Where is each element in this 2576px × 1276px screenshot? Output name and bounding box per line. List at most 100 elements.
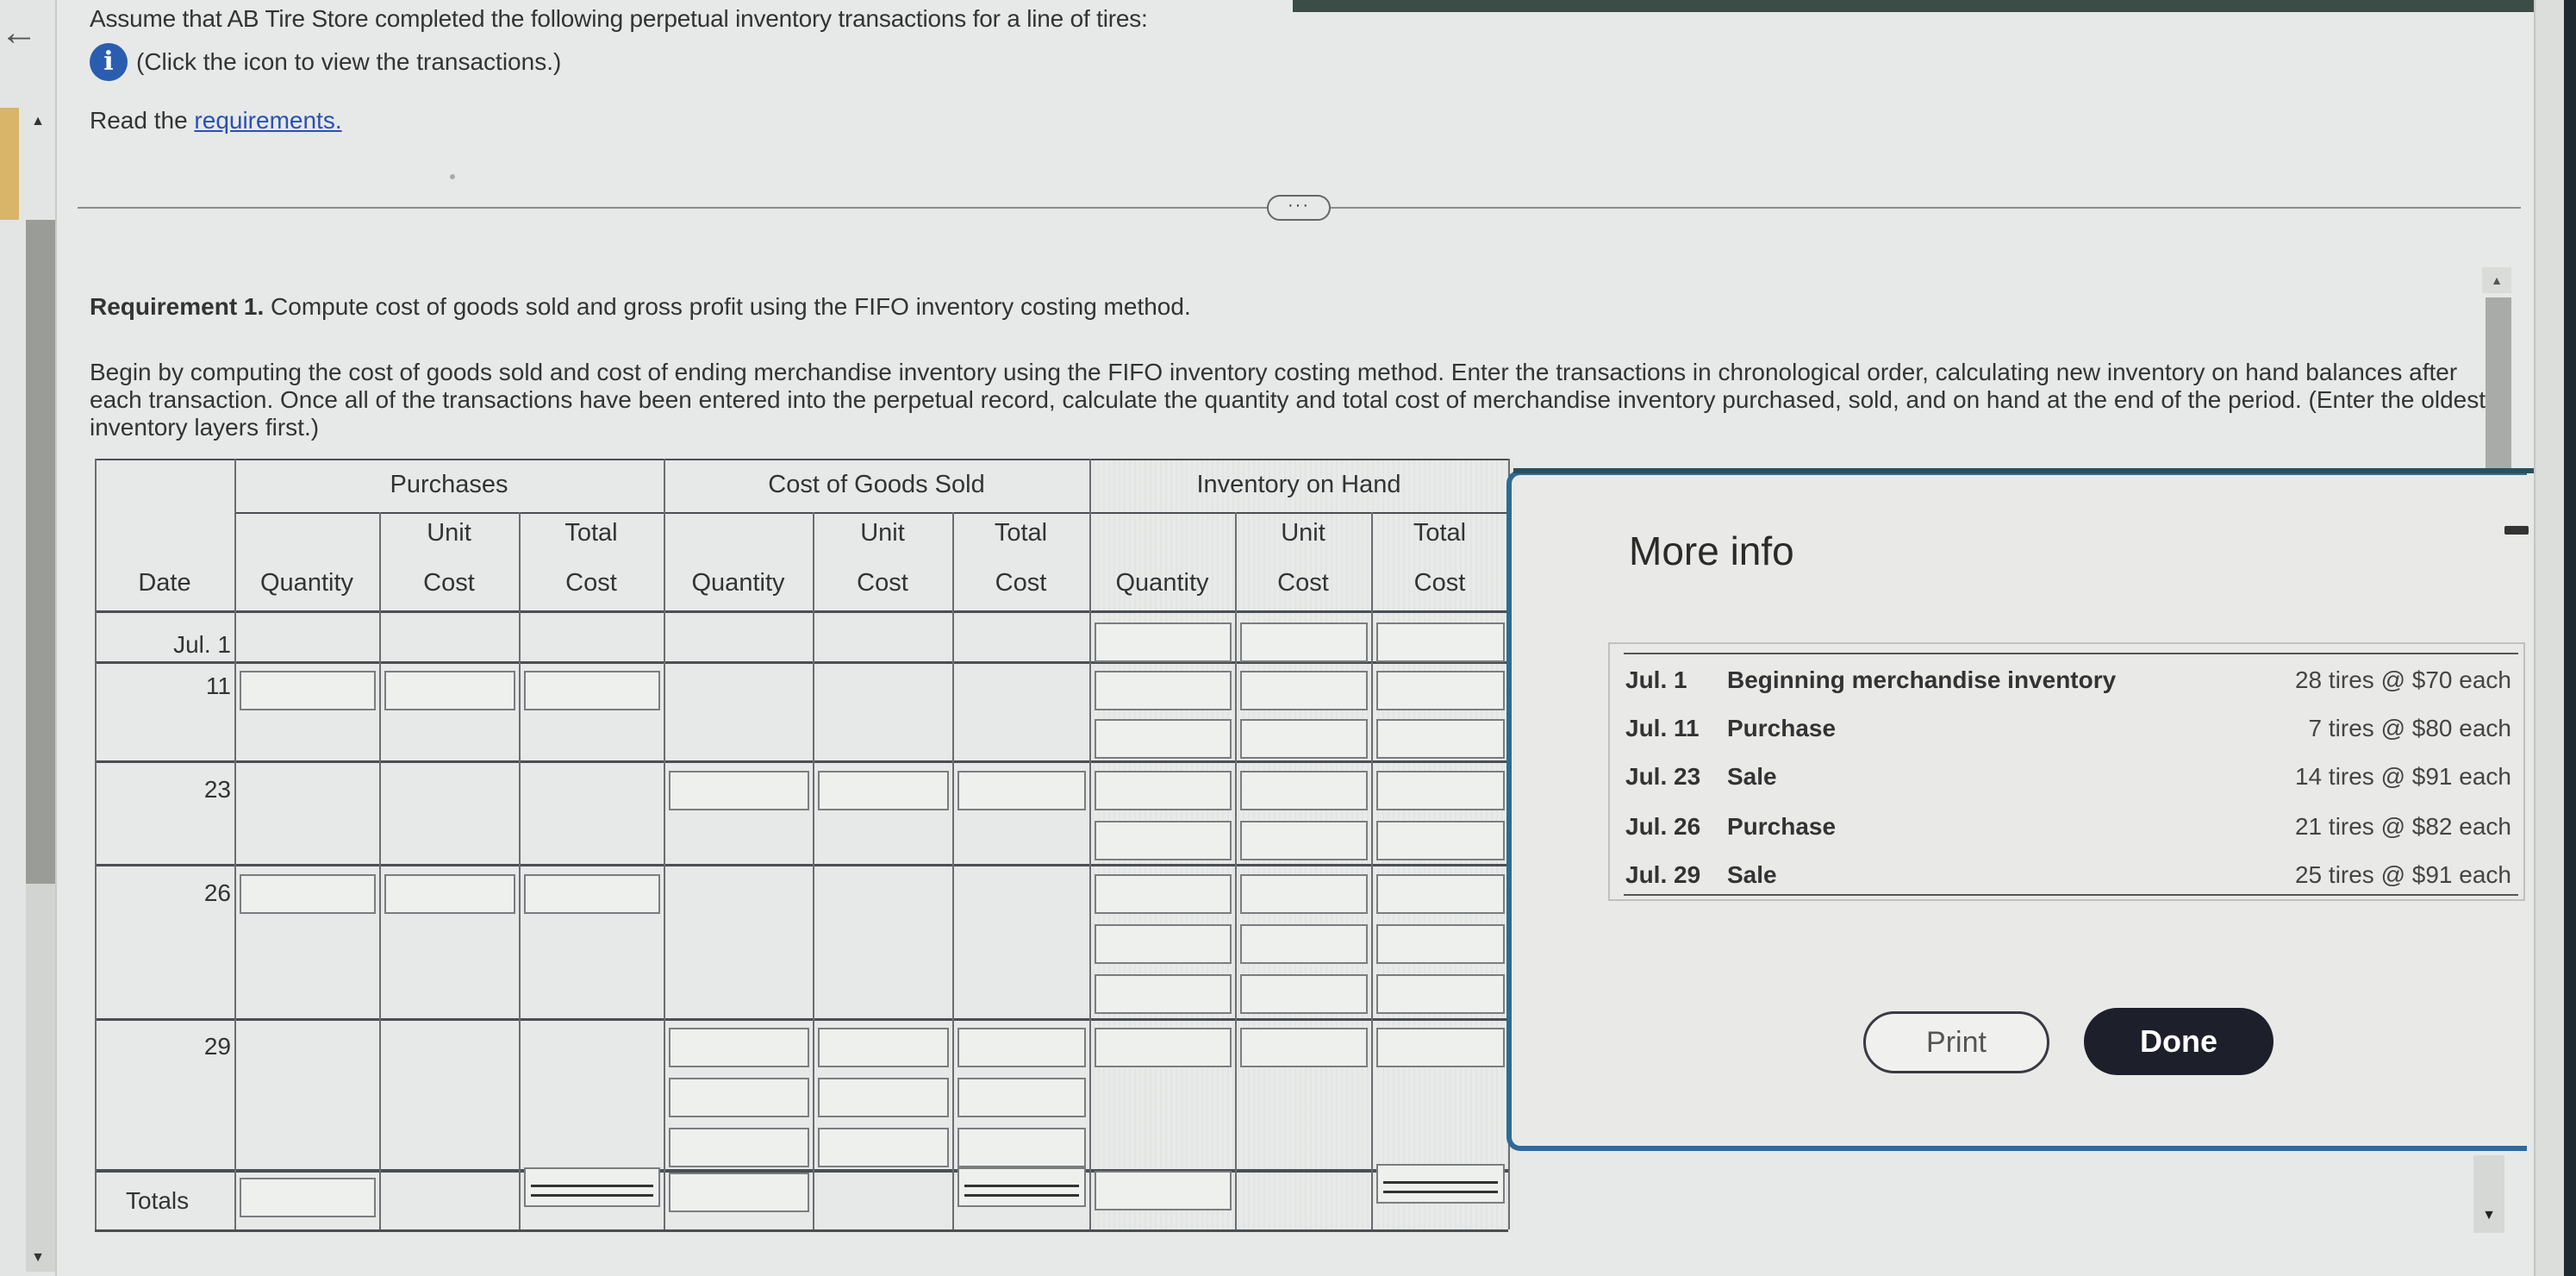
purchase-input[interactable] <box>240 874 376 914</box>
inventory-input[interactable] <box>1095 821 1232 860</box>
column-rule <box>519 512 521 1229</box>
cogs-input[interactable] <box>957 1028 1086 1067</box>
inventory-input[interactable] <box>1376 821 1505 860</box>
date-cell: 11 <box>205 672 231 699</box>
inventory-input[interactable] <box>1095 771 1232 810</box>
inventory-input[interactable] <box>1095 1028 1232 1067</box>
inventory-input[interactable] <box>1240 974 1368 1014</box>
transaction-date: Jul. 23 <box>1625 763 1701 790</box>
inventory-input[interactable] <box>1240 622 1368 662</box>
inventory-input[interactable] <box>1376 771 1505 810</box>
inventory-input[interactable] <box>1376 671 1505 710</box>
inventory-input[interactable] <box>1240 924 1368 964</box>
date-cell: 26 <box>203 879 231 906</box>
screen-bezel <box>2564 0 2576 1276</box>
inventory-input[interactable] <box>1376 719 1505 759</box>
cogs-input[interactable] <box>818 1028 949 1067</box>
inventory-input[interactable] <box>1240 771 1368 810</box>
column-header-line1: Total <box>564 519 618 547</box>
inventory-input[interactable] <box>1095 671 1232 710</box>
requirement-title-bold: Requirement 1. <box>90 293 265 320</box>
inventory-input[interactable] <box>1095 924 1232 964</box>
cogs-input[interactable] <box>818 771 949 810</box>
cogs-input[interactable] <box>957 1128 1086 1167</box>
total-cogs-cost-input[interactable] <box>957 1167 1086 1207</box>
read-prefix: Read the <box>90 107 195 134</box>
purchase-input[interactable] <box>384 671 515 710</box>
total-purchases-quantity-input[interactable] <box>240 1178 376 1217</box>
info-line: i (Click the icon to view the transactio… <box>90 43 561 81</box>
total-inventory-quantity-input[interactable] <box>1095 1171 1232 1210</box>
print-button[interactable]: Print <box>1863 1011 2049 1073</box>
left-scrollbar-thumb[interactable] <box>26 220 55 884</box>
inventory-input[interactable] <box>1376 924 1505 964</box>
cogs-input[interactable] <box>957 771 1086 810</box>
cogs-input[interactable] <box>818 1078 949 1117</box>
divider-expand-handle[interactable]: ··· <box>1267 195 1331 221</box>
cogs-input[interactable] <box>957 1078 1086 1117</box>
transaction-row: Jul. 26 Purchase 21 tires @ $82 each <box>1625 813 2511 848</box>
total-inventory-cost-input[interactable] <box>1376 1164 1505 1204</box>
inventory-input[interactable] <box>1095 974 1232 1014</box>
total-cogs-quantity-input[interactable] <box>669 1173 809 1212</box>
right-scroll-up-icon[interactable]: ▲ <box>2482 267 2511 293</box>
group-header-rule <box>234 512 1508 514</box>
column-rule <box>1371 512 1373 1229</box>
date-cell: Jul. 1 <box>173 631 231 658</box>
totals-label: Totals <box>126 1187 190 1214</box>
cogs-input[interactable] <box>818 1128 949 1167</box>
group-header: Purchases <box>390 471 508 498</box>
inventory-input[interactable] <box>1240 874 1368 914</box>
group-header: Inventory on Hand <box>1196 471 1401 498</box>
inventory-input[interactable] <box>1095 719 1232 759</box>
inventory-input[interactable] <box>1095 622 1232 662</box>
left-accent <box>0 108 19 220</box>
top-strip <box>1293 0 2576 12</box>
stray-dot <box>450 174 455 179</box>
inventory-input[interactable] <box>1095 874 1232 914</box>
date-header: Date <box>138 569 191 597</box>
inventory-input[interactable] <box>1240 671 1368 710</box>
column-rule <box>379 512 381 1229</box>
purchase-input[interactable] <box>240 671 376 710</box>
transaction-detail: 14 tires @ $91 each <box>2294 763 2511 790</box>
cogs-input[interactable] <box>669 1078 809 1117</box>
column-header-line2: Quantity <box>1115 569 1209 597</box>
row-rule <box>95 760 1508 763</box>
done-button[interactable]: Done <box>2084 1008 2273 1075</box>
requirements-link[interactable]: requirements. <box>194 107 341 134</box>
scroll-down-icon[interactable]: ▼ <box>28 1250 48 1267</box>
perpetual-inventory-record: Purchases Cost of Goods Sold Inventory on … <box>95 459 1517 1232</box>
right-scroll-down-icon[interactable]: ▼ <box>2473 1155 2504 1233</box>
transaction-date: Jul. 26 <box>1625 813 1701 840</box>
column-header-line2: Cost <box>423 569 475 597</box>
purchase-input[interactable] <box>384 874 515 914</box>
transaction-detail: 7 tires @ $80 each <box>2308 715 2511 741</box>
inventory-input[interactable] <box>1240 719 1368 759</box>
column-header-line2: Quantity <box>260 569 353 597</box>
minimize-icon[interactable] <box>2504 526 2529 535</box>
inventory-input[interactable] <box>1376 974 1505 1014</box>
group-header: Cost of Goods Sold <box>768 471 985 498</box>
inventory-input[interactable] <box>1240 821 1368 860</box>
back-arrow-icon[interactable]: ← <box>0 14 38 52</box>
inventory-input[interactable] <box>1376 622 1505 662</box>
transaction-date: Jul. 11 <box>1625 715 1700 741</box>
cogs-input[interactable] <box>669 1128 809 1167</box>
scroll-up-icon[interactable]: ▲ <box>28 114 48 131</box>
table-border-bottom <box>95 1229 1508 1232</box>
cogs-input[interactable] <box>669 771 809 810</box>
inventory-input[interactable] <box>1240 1028 1368 1067</box>
purchase-input[interactable] <box>524 874 660 914</box>
info-icon[interactable]: i <box>90 43 128 81</box>
requirement-title: Requirement 1. Compute cost of goods sol… <box>90 293 1191 321</box>
cogs-input[interactable] <box>669 1028 809 1067</box>
row-rule <box>95 1018 1508 1021</box>
purchase-input[interactable] <box>524 671 660 710</box>
left-scrollbar-track[interactable] <box>26 884 55 1272</box>
total-purchases-cost-input[interactable] <box>524 1167 660 1207</box>
inventory-input[interactable] <box>1376 874 1505 914</box>
transaction-date: Jul. 29 <box>1625 861 1701 888</box>
inventory-input[interactable] <box>1376 1028 1505 1067</box>
requirement-instructions: Begin by computing the cost of goods sol… <box>90 359 2486 441</box>
